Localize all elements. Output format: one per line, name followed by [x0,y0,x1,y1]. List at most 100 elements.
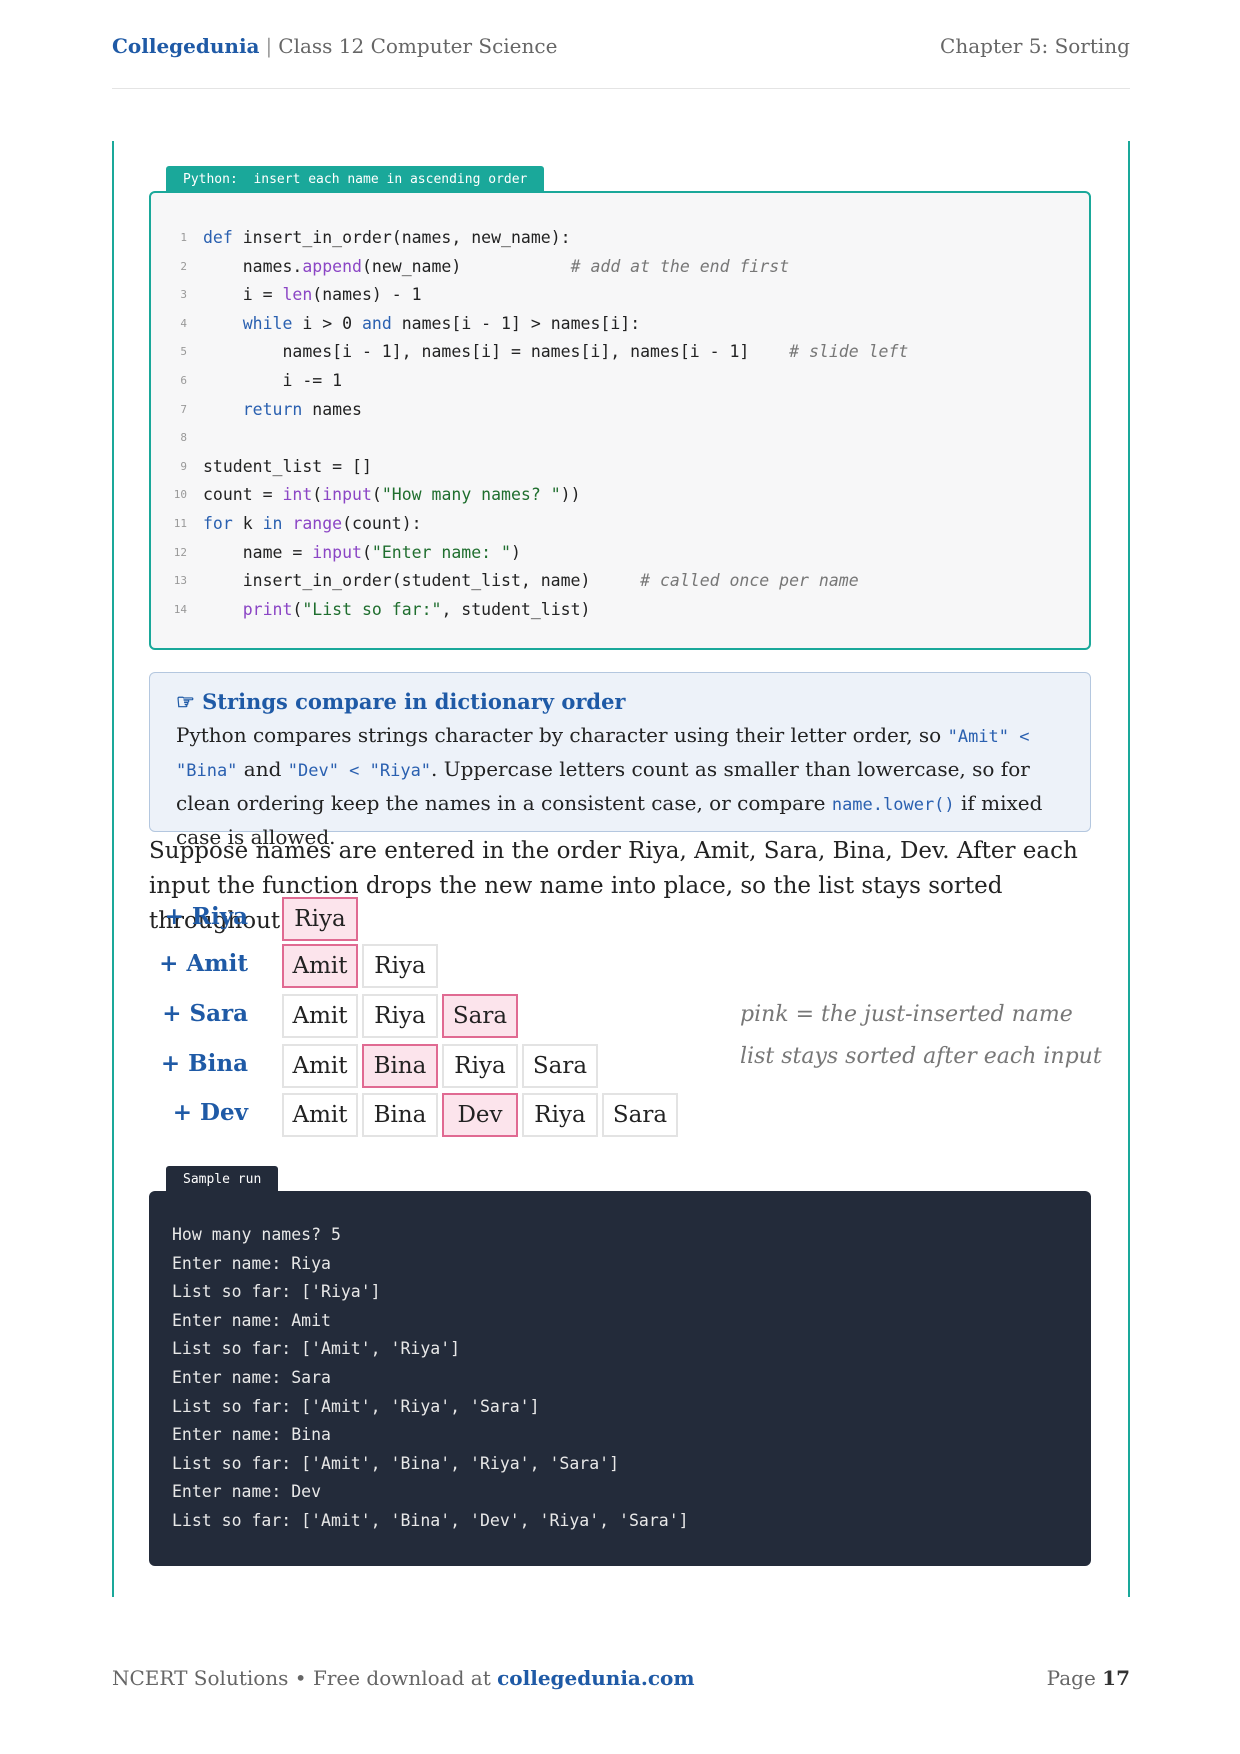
note-text: Python compares strings character by cha… [176,723,948,747]
code-line: 6 i -= 1 [151,367,1089,396]
output-line: Enter name: Bina [172,1425,331,1445]
line-number: 10 [173,488,187,502]
insert-step-label: + Bina [160,1050,248,1077]
output-line: Enter name: Dev [172,1482,322,1502]
insert-step-label: + Sara [162,1000,248,1027]
list-cell: Riya [442,1044,518,1088]
list-cell: Amit [282,1093,358,1137]
subject-title: Class 12 Computer Science [278,34,558,58]
brand-name[interactable]: Collegedunia [112,34,260,58]
footer-link[interactable]: collegedunia.com [497,1666,694,1690]
output-line: List so far: ['Amit', 'Riya', 'Sara'] [172,1396,540,1416]
code-text: student_list = [] [203,456,372,476]
chapter-title: Chapter 5: Sorting [940,34,1130,58]
note-box: ☞ Strings compare in dictionary order Py… [149,672,1091,849]
left-margin-rule [112,141,114,1597]
code-line: 11 for k in range(count): [151,510,1089,539]
list-cell: Riya [362,994,438,1038]
inline-code: "Dev" < "Riya" [287,761,432,781]
inline-code: name.lower() [831,795,955,815]
legend-line-1: pink = the just-inserted name [740,1002,1073,1027]
code-text: i -= 1 [203,370,343,390]
note-body: Python compares strings character by cha… [176,719,1064,853]
line-number: 6 [180,373,187,387]
code-text: names.append(new_name) # add at the end … [203,256,790,276]
list-cell: Riya [522,1093,598,1137]
code-text: count = int(input("How many names? ")) [203,485,581,505]
code-line: 7 return names [151,396,1089,425]
line-number: 2 [180,259,187,273]
inserted-name-cell: Amit [282,944,358,988]
list-cell: Riya [362,944,438,988]
code-line: 3 i = len(names) - 1 [151,281,1089,310]
code-line: 1 def insert_in_order(names, new_name): [151,224,1089,253]
legend-line-2: list stays sorted after each input [740,1044,1102,1069]
inserted-name-cell: Dev [442,1093,518,1137]
page-footer: NCERT Solutions • Free download at colle… [112,1666,1130,1696]
code-text: print("List so far:", student_list) [242,599,591,619]
line-number: 14 [173,602,187,616]
output-line: Enter name: Amit [172,1310,331,1330]
insert-step-label: + Riya [164,903,248,930]
list-cell: Bina [362,1093,438,1137]
code-text: return names [242,399,362,419]
note-text: and [237,757,288,781]
code-text: names[i - 1], names[i] = names[i], names… [203,342,909,362]
line-number: 8 [180,431,187,445]
note-title-text: Strings compare in dictionary order [202,689,626,714]
output-line: List so far: ['Amit', 'Bina', 'Dev', 'Ri… [172,1510,689,1530]
note-title: ☞ Strings compare in dictionary order [176,687,1064,717]
line-number: 13 [173,574,187,588]
insert-step-label: + Dev [172,1099,248,1126]
code-lines: 1 def insert_in_order(names, new_name): 2 … [151,224,1089,624]
code-line: 12 name = input("Enter name: ") [151,539,1089,568]
code-line: 2 names.append(new_name) # add at the en… [151,253,1089,282]
line-number: 5 [180,345,187,359]
code-line: 9 student_list = [] [151,453,1089,482]
code-line: 14 print("List so far:", student_list) [151,596,1089,625]
line-number: 11 [173,516,187,530]
output-line: Enter name: Sara [172,1367,331,1387]
code-text: insert_in_order(student_list, name) # ca… [203,571,859,591]
page-label: Page [1046,1666,1103,1690]
sample-run-tab: Sample run [166,1166,279,1193]
inserted-name-cell: Bina [362,1044,438,1088]
code-text: def insert_in_order(names, new_name): [203,228,571,247]
inserted-name-cell: Sara [442,994,518,1038]
header-divider [112,88,1130,89]
code-text: name = input("Enter name: ") [203,542,521,562]
line-number: 7 [180,402,187,416]
output-line: How many names? 5 [172,1225,341,1244]
output-line: List so far: ['Amit', 'Riya'] [172,1339,461,1359]
line-number: 9 [180,459,187,473]
line-number: 4 [180,316,187,330]
insert-step-label: + Amit [159,950,248,977]
right-margin-rule [1128,141,1130,1597]
inserted-name-cell: Riya [282,897,358,941]
code-line: 4 while i > 0 and names[i - 1] > names[i… [151,310,1089,339]
code-line: 5 names[i - 1], names[i] = names[i], nam… [151,338,1089,367]
output-line: Enter name: Riya [172,1253,331,1273]
code-block-tab: Python: insert each name in ascending or… [166,166,545,193]
code-line: 8 [151,424,1089,453]
list-cell: Amit [282,994,358,1038]
page-number: 17 [1102,1666,1130,1690]
footer-text: NCERT Solutions • Free download at [112,1666,498,1690]
list-cell: Amit [282,1044,358,1088]
code-line: 10 count = int(input("How many names? ")) [151,481,1089,510]
page-header: Collegedunia | Class 12 Computer Science C… [112,34,1130,66]
output-line: List so far: ['Amit', 'Bina', 'Riya', 'S… [172,1453,620,1473]
header-separator: | [265,34,273,58]
line-number: 12 [173,545,187,559]
code-text: for k in range(count): [203,513,422,533]
pointing-hand-icon: ☞ [176,689,195,714]
code-text: while i > 0 and names[i - 1] > names[i]: [242,313,641,333]
line-number: 1 [180,231,187,244]
sample-run-lines: How many names? 5 Enter name: Riya List so… [172,1221,689,1536]
line-number: 3 [180,288,187,302]
list-cell: Sara [602,1093,678,1137]
code-line: 13 insert_in_order(student_list, name) #… [151,567,1089,596]
sample-run-block: How many names? 5 Enter name: Riya List so… [149,1191,1091,1566]
code-text: i = len(names) - 1 [203,285,422,305]
code-block: 1 def insert_in_order(names, new_name): 2 … [149,191,1091,650]
